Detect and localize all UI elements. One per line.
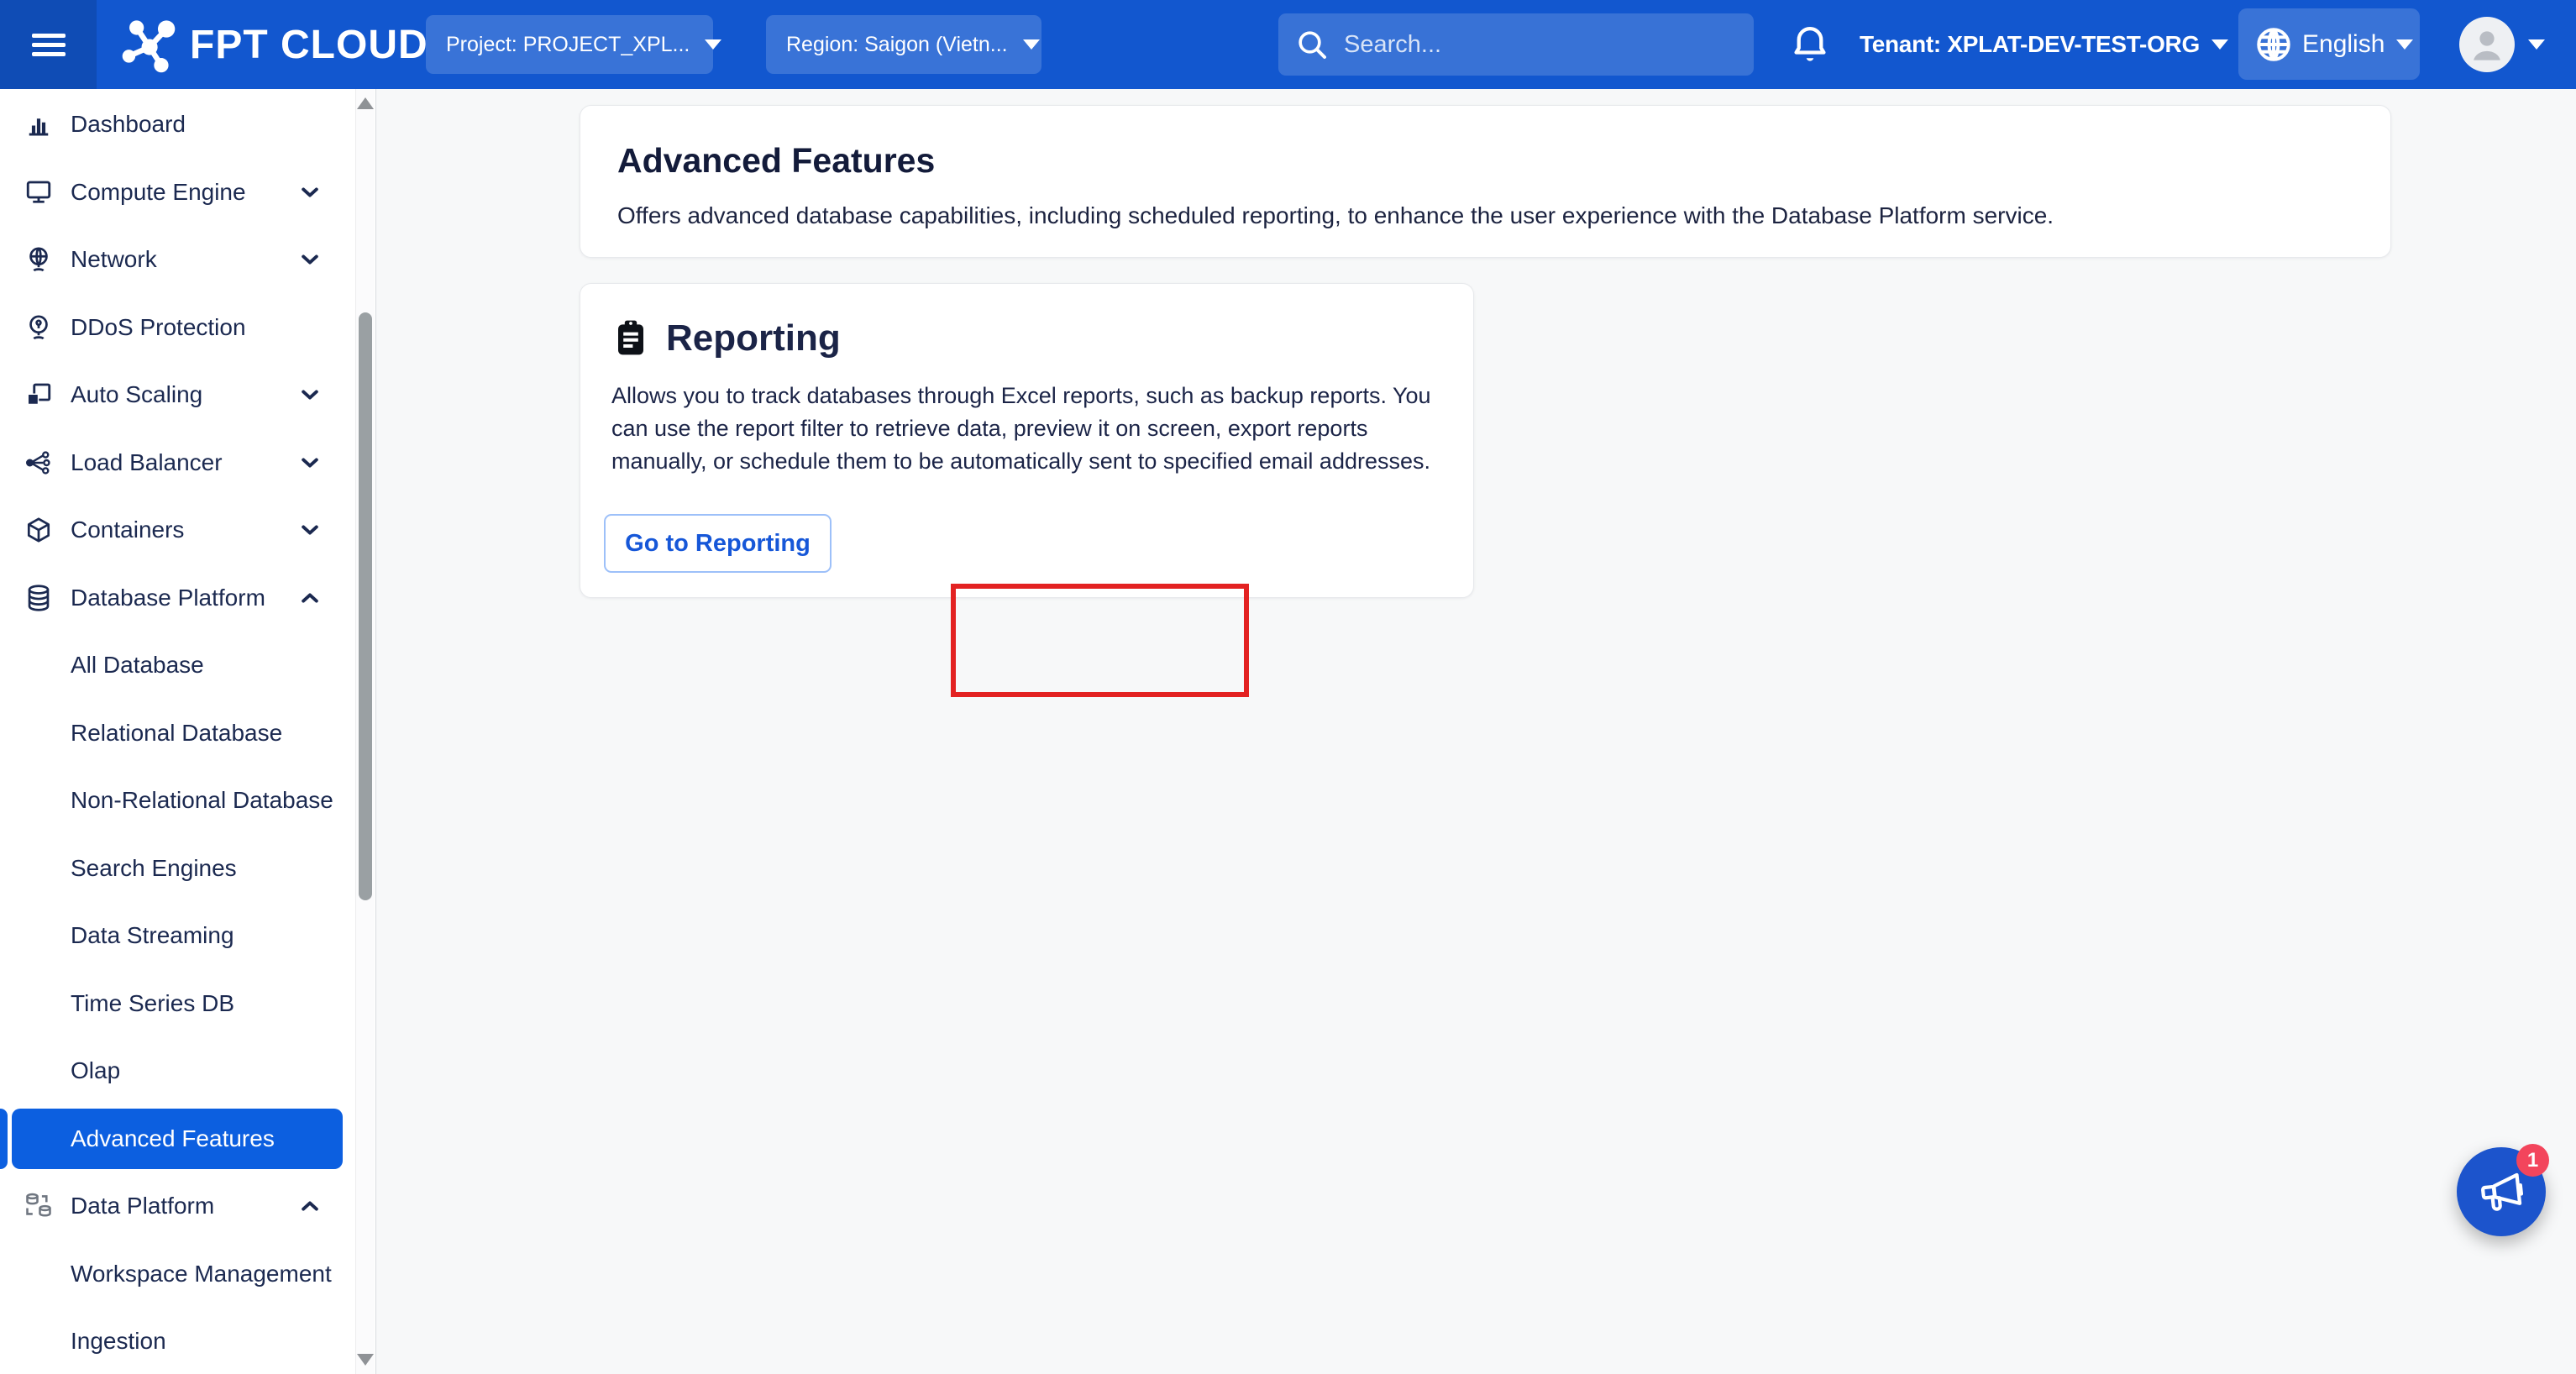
language-selector[interactable]: English [2238, 8, 2420, 80]
hamburger-icon [32, 29, 66, 61]
sidebar-item-auto-scaling[interactable]: Auto Scaling [0, 361, 356, 429]
shield-camera-icon [24, 312, 54, 343]
scroll-up-arrow[interactable] [357, 97, 374, 109]
chevron-down-icon [296, 178, 324, 207]
sidebar-item-network[interactable]: Network [0, 226, 356, 294]
chevron-down-icon [296, 516, 324, 544]
clipboard-icon [611, 317, 651, 359]
nodes-icon [24, 448, 54, 478]
sidebar-item-relational-database[interactable]: Relational Database [0, 700, 356, 768]
data-cluster-icon [24, 1191, 54, 1221]
caret-down-icon [2211, 39, 2228, 50]
chevron-down-icon [296, 448, 324, 477]
page-description: Offers advanced database capabilities, i… [617, 202, 2353, 229]
sidebar-item-compute-engine[interactable]: Compute Engine [0, 159, 356, 227]
brand-wordmark: FPT CLOUD [190, 22, 428, 68]
search-icon [1295, 28, 1329, 61]
sidebar-item-dashboard[interactable]: Dashboard [0, 91, 356, 159]
sidebar-item-non-relational-database[interactable]: Non-Relational Database [0, 767, 356, 835]
go-to-reporting-button[interactable]: Go to Reporting [604, 514, 832, 573]
sidebar-item-data-platform[interactable]: Data Platform [0, 1172, 356, 1240]
box-icon [24, 515, 54, 545]
sidebar-item-time-series-db[interactable]: Time Series DB [0, 970, 356, 1038]
main-content: Advanced Features Offers advanced databa… [377, 89, 2576, 1374]
menu-toggle-button[interactable] [0, 0, 97, 89]
annotation-highlight-box [951, 584, 1249, 697]
sidebar-item-load-balancer[interactable]: Load Balancer [0, 429, 356, 497]
sidebar-nav: Dashboard Compute Engine [0, 89, 376, 1374]
top-navbar: FPT CLOUD Project: PROJECT_XPL... Region… [0, 0, 2576, 89]
region-selector[interactable]: Region: Saigon (Vietn... [766, 15, 1041, 74]
sidebar-item-ddos-protection[interactable]: DDoS Protection [0, 294, 356, 362]
chevron-down-icon [296, 245, 324, 274]
search-input[interactable] [1344, 31, 1713, 59]
scroll-down-arrow[interactable] [357, 1354, 374, 1366]
global-search [1278, 13, 1754, 76]
brand-logo[interactable]: FPT CLOUD [116, 0, 428, 89]
megaphone-icon [2474, 1164, 2529, 1219]
page-title: Advanced Features [617, 141, 2353, 181]
app-root: FPT CLOUD Project: PROJECT_XPL... Region… [0, 0, 2576, 1374]
sidebar-item-workspace-management[interactable]: Workspace Management [0, 1240, 356, 1308]
chevron-up-icon [296, 584, 324, 612]
sidebar-item-search-engines[interactable]: Search Engines [0, 835, 356, 903]
sidebar-item-advanced-features[interactable]: Advanced Features [0, 1105, 356, 1173]
database-icon [24, 583, 54, 613]
monitor-icon [24, 177, 54, 207]
caret-down-icon [705, 39, 721, 50]
caret-down-icon [2396, 39, 2413, 50]
chevron-up-icon [296, 1192, 324, 1220]
avatar [2459, 17, 2515, 72]
sidebar-scrollbar [355, 89, 375, 1374]
caret-down-icon [1023, 39, 1040, 50]
reporting-card-title: Reporting [666, 317, 841, 359]
tenant-selector[interactable]: Tenant: XPLAT-DEV-TEST-ORG [1860, 0, 2228, 89]
sidebar-list: Dashboard Compute Engine [0, 91, 356, 1374]
project-selector[interactable]: Project: PROJECT_XPL... [426, 15, 713, 74]
active-indicator-bar [0, 1109, 8, 1170]
caret-down-icon [2528, 39, 2545, 50]
sidebar-item-ingestion[interactable]: Ingestion [0, 1308, 356, 1374]
bell-icon [1787, 22, 1833, 67]
sidebar-item-database-platform[interactable]: Database Platform [0, 564, 356, 632]
scrollbar-thumb[interactable] [359, 312, 372, 900]
bar-chart-icon [24, 109, 54, 139]
reporting-card-header: Reporting [611, 317, 841, 359]
notification-count-badge: 1 [2516, 1144, 2549, 1177]
chevron-down-icon [296, 380, 324, 409]
reporting-card-description: Allows you to track databases through Ex… [611, 380, 1451, 478]
reporting-card: Reporting Allows you to track databases … [580, 283, 1474, 598]
layers-icon [24, 380, 54, 410]
sidebar-item-containers[interactable]: Containers [0, 496, 356, 564]
globe-stand-icon [24, 244, 54, 275]
sidebar-item-all-database[interactable]: All Database [0, 632, 356, 700]
globe-icon [2252, 23, 2295, 66]
molecule-logo-icon [116, 13, 178, 76]
notifications-bell-button[interactable] [1787, 22, 1833, 71]
sidebar-item-olap[interactable]: Olap [0, 1037, 356, 1105]
sidebar-item-data-streaming[interactable]: Data Streaming [0, 902, 356, 970]
user-icon [2463, 21, 2510, 68]
account-menu[interactable] [2459, 17, 2545, 72]
advanced-features-header-card: Advanced Features Offers advanced databa… [580, 105, 2391, 258]
